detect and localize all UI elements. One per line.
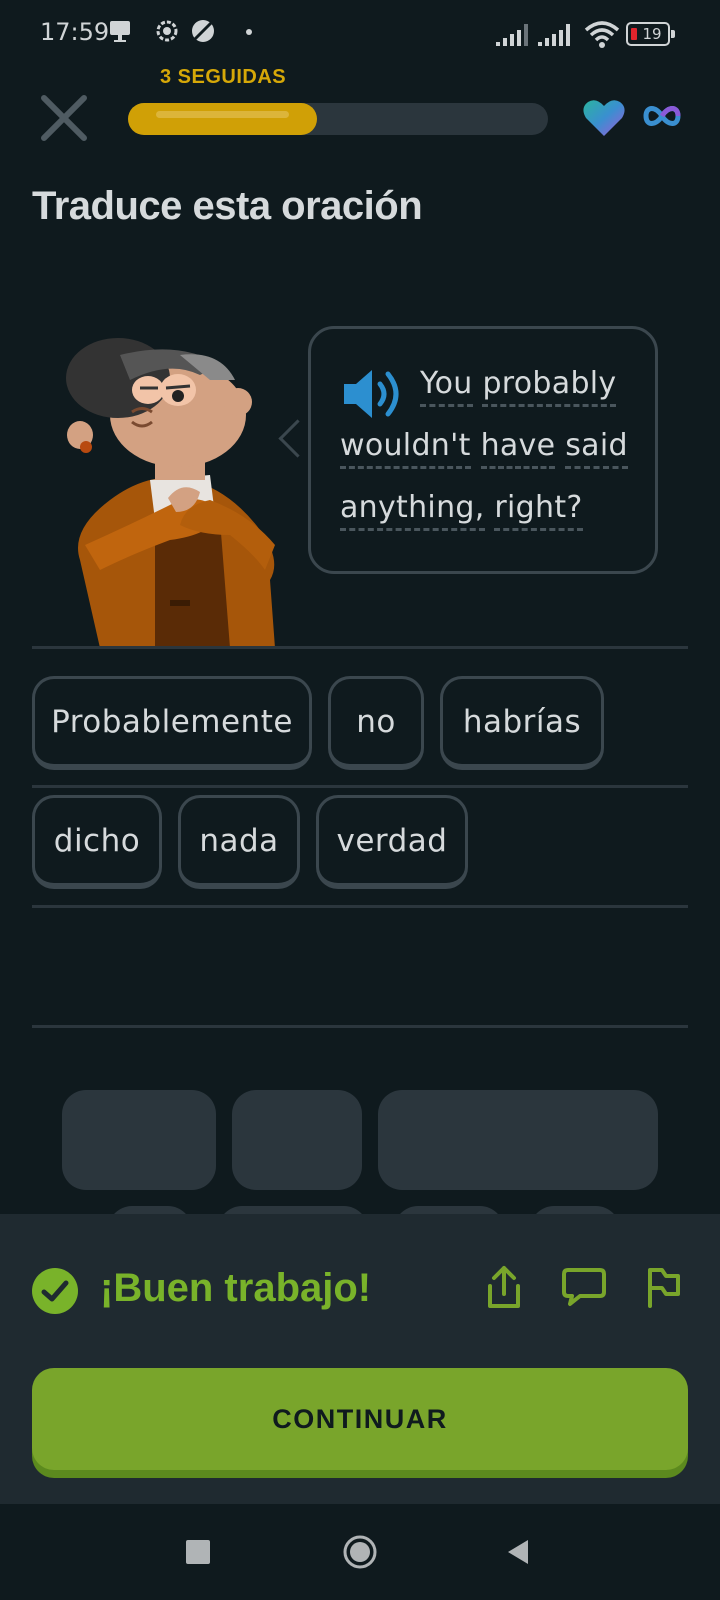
wifi-icon	[584, 21, 620, 48]
speaker-icon[interactable]	[340, 366, 408, 422]
exercise-title: Traduce esta oración	[32, 184, 423, 228]
answer-line	[32, 1025, 688, 1028]
recent-apps-icon[interactable]	[186, 1540, 210, 1564]
lesson-progress-bar	[128, 103, 548, 135]
prompt-line-3: anything, right?	[340, 490, 583, 531]
infinity-icon	[643, 106, 681, 126]
word-bank-slot	[378, 1090, 658, 1190]
answer-word-chip[interactable]: dicho	[32, 795, 162, 889]
prompt-word[interactable]: You	[420, 366, 473, 407]
prompt-line-2: wouldn't have said	[340, 428, 628, 469]
answer-line	[32, 785, 688, 788]
character-illustration	[66, 338, 275, 648]
answer-word-chip[interactable]: no	[328, 676, 424, 770]
answer-line	[32, 646, 688, 649]
answer-line	[32, 905, 688, 908]
signal-icons	[496, 20, 576, 54]
check-icon	[32, 1268, 78, 1314]
answer-word-chip[interactable]: habrías	[440, 676, 604, 770]
continue-button[interactable]: CONTINUAR	[32, 1368, 688, 1470]
heart-icon[interactable]	[582, 98, 626, 138]
prompt-word[interactable]: have	[480, 428, 556, 469]
battery-indicator: 19	[626, 22, 675, 46]
comment-icon[interactable]	[560, 1266, 608, 1308]
settings-icon	[156, 20, 178, 42]
close-icon[interactable]	[38, 92, 90, 144]
progress-fill	[128, 103, 317, 135]
status-time: 17:59	[40, 18, 110, 46]
progress-shine	[156, 111, 289, 118]
status-notification-icons	[108, 18, 254, 44]
streak-label: 3 SEGUIDAS	[160, 66, 287, 88]
prompt-word[interactable]: right?	[494, 490, 583, 531]
prompt-word[interactable]: wouldn't	[340, 428, 471, 469]
share-icon[interactable]	[484, 1264, 524, 1310]
prompt-line-1: You probably	[420, 366, 617, 407]
home-icon[interactable]	[342, 1534, 378, 1570]
prompt-word[interactable]: anything,	[340, 490, 485, 531]
back-icon[interactable]	[506, 1538, 530, 1566]
notification-icon	[110, 21, 130, 42]
answer-word-chip[interactable]: Probablemente	[32, 676, 312, 770]
cellular-signal-icon	[496, 24, 570, 46]
battery-level: 19	[642, 25, 662, 43]
answer-word-chip[interactable]: nada	[178, 795, 300, 889]
prompt-word[interactable]: probably	[482, 366, 617, 407]
feedback-message: ¡Buen trabajo!	[100, 1266, 372, 1310]
word-bank-slot	[232, 1090, 362, 1190]
word-bank-slot	[62, 1090, 216, 1190]
answer-word-chip[interactable]: verdad	[316, 795, 468, 889]
prompt-word[interactable]: said	[565, 428, 628, 469]
dot-icon	[246, 29, 252, 35]
dnd-icon	[192, 20, 214, 42]
report-flag-icon[interactable]	[644, 1264, 684, 1310]
